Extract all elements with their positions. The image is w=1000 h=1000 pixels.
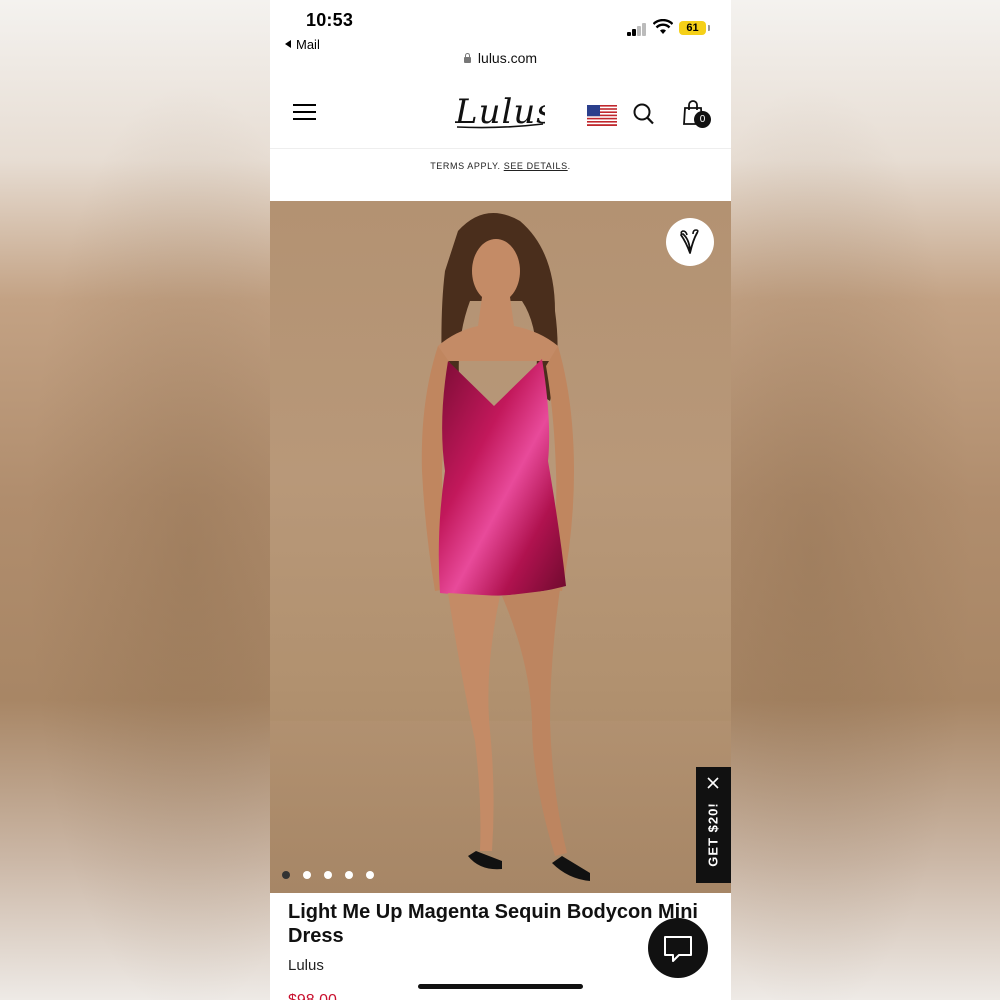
address-bar[interactable]: lulus.com bbox=[270, 50, 731, 66]
battery-level: 61 bbox=[686, 22, 699, 34]
promo-suffix: . bbox=[567, 161, 571, 171]
cart-count-badge: 0 bbox=[694, 111, 711, 128]
us-flag-icon[interactable] bbox=[587, 105, 617, 126]
product-image[interactable]: GET $20! bbox=[270, 201, 731, 893]
carousel-dot[interactable] bbox=[324, 871, 332, 879]
phone-screen: 10:53 Mail 61 lulus.com Lulus 0 TERMS AP… bbox=[270, 0, 731, 1000]
home-indicator[interactable] bbox=[418, 984, 583, 989]
battery-nub bbox=[708, 25, 710, 31]
chat-bubble-icon bbox=[664, 936, 692, 962]
promo-text-line: TERMS APPLY. SEE DETAILS. bbox=[270, 161, 731, 171]
promo-terms: TERMS APPLY. bbox=[430, 161, 501, 171]
wifi-icon bbox=[653, 19, 673, 34]
model-illustration bbox=[270, 213, 731, 893]
chat-button[interactable] bbox=[648, 918, 708, 978]
get-20-label: GET $20! bbox=[705, 802, 721, 867]
site-header: Lulus 0 bbox=[270, 78, 731, 149]
carousel-dot[interactable] bbox=[366, 871, 374, 879]
back-arrow-icon bbox=[285, 40, 291, 48]
search-icon[interactable] bbox=[633, 103, 654, 125]
see-details-link[interactable]: SEE DETAILS bbox=[504, 161, 568, 171]
lulus-logo[interactable]: Lulus bbox=[455, 91, 545, 133]
carousel-dot[interactable] bbox=[303, 871, 311, 879]
heart-icon bbox=[680, 229, 699, 254]
url-text: lulus.com bbox=[477, 50, 538, 66]
favorite-button[interactable] bbox=[666, 218, 714, 266]
hamburger-icon[interactable] bbox=[293, 104, 316, 121]
status-bar: 10:53 Mail 61 lulus.com bbox=[270, 0, 731, 79]
carousel-dot[interactable] bbox=[345, 871, 353, 879]
product-title: Light Me Up Magenta Sequin Bodycon Mini … bbox=[288, 901, 698, 947]
background-right bbox=[730, 0, 1000, 1000]
product-price: $98.00 bbox=[288, 992, 337, 1000]
battery-icon: 61 bbox=[679, 21, 706, 35]
product-brand[interactable]: Lulus bbox=[288, 957, 324, 974]
status-time: 10:53 bbox=[306, 10, 354, 30]
background-left bbox=[0, 0, 270, 1000]
get-20-offer-tab[interactable]: GET $20! bbox=[696, 767, 731, 883]
cellular-signal-icon bbox=[627, 22, 649, 36]
promo-banner: TERMS APPLY. SEE DETAILS. bbox=[270, 149, 731, 201]
lock-icon bbox=[463, 53, 471, 63]
carousel-dot[interactable] bbox=[282, 871, 290, 879]
